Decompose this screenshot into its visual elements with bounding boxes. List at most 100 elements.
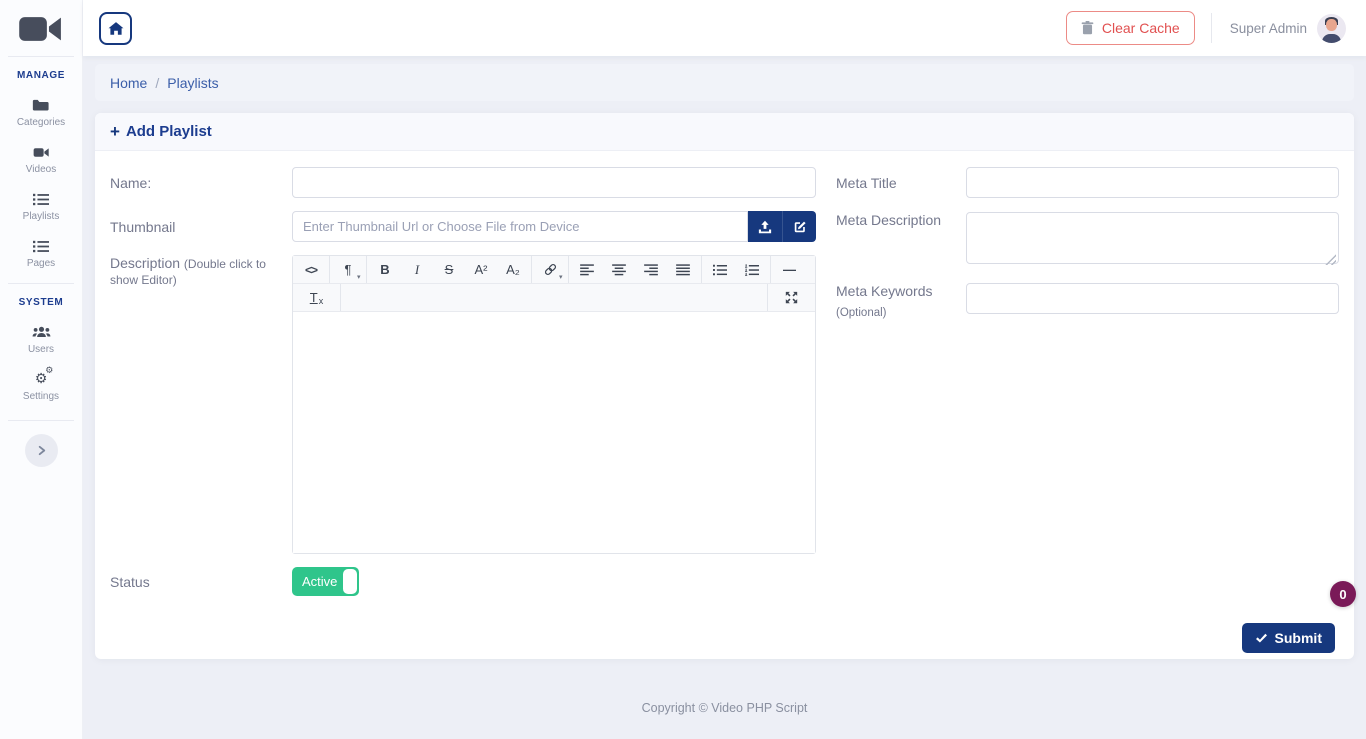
- user-name: Super Admin: [1229, 20, 1307, 36]
- sidebar-section-manage: MANAGE: [16, 70, 66, 81]
- unordered-list-button[interactable]: [707, 256, 734, 283]
- meta-title-input[interactable]: [966, 167, 1339, 198]
- thumbnail-input-group: [292, 211, 816, 242]
- ordered-list-button[interactable]: [739, 256, 766, 283]
- upload-icon: [758, 220, 772, 234]
- folder-icon: [32, 97, 50, 113]
- description-editor-content[interactable]: [293, 312, 815, 553]
- notification-badge[interactable]: 0: [1330, 581, 1356, 607]
- description-label: Description (Double click to show Editor…: [110, 255, 266, 287]
- add-playlist-card: + Add Playlist Name: Thumbnail Enter Thu…: [95, 113, 1354, 659]
- sidebar-item-videos[interactable]: Videos: [26, 144, 56, 175]
- unordered-list-icon: [713, 264, 727, 276]
- sidebar-item-settings[interactable]: ⚙ ⚙ Settings: [22, 367, 60, 403]
- sidebar-divider: [8, 420, 74, 421]
- list-icon: [32, 238, 49, 254]
- horizontal-rule-button[interactable]: —: [776, 256, 803, 283]
- home-icon: [108, 21, 124, 36]
- sidebar-item-label: Videos: [25, 164, 57, 175]
- breadcrumb-home-link[interactable]: Home: [110, 75, 147, 91]
- app-logo[interactable]: [18, 8, 64, 50]
- name-label: Name:: [110, 174, 152, 191]
- video-camera-icon: [33, 144, 50, 160]
- submit-button[interactable]: Submit: [1241, 623, 1335, 653]
- name-input[interactable]: [292, 167, 816, 198]
- align-left-icon: [580, 263, 594, 276]
- meta-keywords-row: Meta Keywords (Optional): [836, 283, 1339, 319]
- thumbnail-label: Thumbnail: [110, 218, 176, 235]
- subscript-button[interactable]: A₂: [500, 256, 527, 283]
- sidebar: MANAGE Categories Videos Playlists Pages: [0, 0, 83, 739]
- users-icon: [32, 324, 51, 340]
- clear-cache-button[interactable]: Clear Cache: [1065, 11, 1195, 45]
- sidebar-section-system: SYSTEM: [18, 297, 64, 308]
- topbar-right: Clear Cache Super Admin: [1065, 11, 1346, 45]
- meta-description-row: Meta Description: [836, 212, 1339, 269]
- link-button[interactable]: ▾: [537, 256, 564, 283]
- list-icon: [33, 191, 49, 207]
- toggle-knob: [343, 569, 357, 594]
- formatting-button[interactable]: ¶ ▾: [335, 256, 362, 283]
- breadcrumb-current: Playlists: [167, 74, 219, 91]
- editor-toolbar-row-2: Tx: [293, 284, 815, 312]
- caret-down-icon: ▾: [356, 274, 361, 281]
- status-row: Status Active: [110, 567, 816, 596]
- sidebar-collapse-button[interactable]: [24, 434, 58, 467]
- fullscreen-button[interactable]: [773, 284, 811, 311]
- editor-toolbar-row-1: <> ¶ ▾ B I S A² A₂ ▾ —: [293, 256, 815, 284]
- align-left-button[interactable]: [574, 256, 601, 283]
- thumbnail-row: Thumbnail: [110, 211, 816, 242]
- sidebar-item-playlists[interactable]: Playlists: [23, 191, 59, 222]
- upload-thumbnail-button[interactable]: [748, 211, 782, 242]
- breadcrumb-separator: /: [155, 74, 160, 91]
- form-right-column: Meta Title Meta Description Meta Keyword…: [836, 167, 1339, 609]
- italic-button[interactable]: I: [404, 256, 431, 283]
- meta-keywords-hint: (Optional): [836, 307, 887, 319]
- remove-format-button[interactable]: Tx: [298, 284, 336, 311]
- submit-row: Submit: [110, 609, 1339, 671]
- topbar: Clear Cache Super Admin: [83, 0, 1366, 56]
- align-center-icon: [612, 263, 626, 276]
- sidebar-item-users[interactable]: Users: [28, 324, 54, 355]
- align-center-button[interactable]: [606, 256, 633, 283]
- content: Home / Playlists + Add Playlist Name: Th…: [83, 56, 1366, 739]
- check-icon: [1255, 633, 1268, 644]
- plus-icon: +: [110, 121, 120, 141]
- sidebar-item-label: Settings: [22, 391, 60, 402]
- view-html-button[interactable]: <>: [298, 256, 325, 283]
- submit-label: Submit: [1274, 630, 1322, 646]
- card-header: + Add Playlist: [95, 113, 1354, 151]
- edit-icon: [793, 220, 807, 234]
- caret-down-icon: ▾: [558, 274, 563, 281]
- clear-cache-label: Clear Cache: [1101, 20, 1180, 36]
- bold-button[interactable]: B: [372, 256, 399, 283]
- meta-description-label: Meta Description: [836, 212, 942, 228]
- sidebar-item-categories[interactable]: Categories: [17, 97, 65, 128]
- strikethrough-button[interactable]: S: [436, 256, 463, 283]
- description-row: Description (Double click to show Editor…: [110, 255, 816, 554]
- form-left-column: Name: Thumbnail Enter Thumbnail Url or C…: [110, 167, 816, 609]
- name-row: Name:: [110, 167, 816, 198]
- justify-button[interactable]: [670, 256, 697, 283]
- meta-keywords-input[interactable]: [966, 283, 1339, 314]
- sidebar-item-label: Users: [27, 344, 55, 355]
- thumbnail-url-input[interactable]: [292, 211, 748, 242]
- meta-keywords-label: Meta Keywords (Optional): [836, 283, 966, 319]
- sidebar-item-pages[interactable]: Pages: [27, 238, 55, 269]
- add-playlist-form: Name: Thumbnail Enter Thumbnail Url or C…: [95, 151, 1354, 671]
- justify-icon: [676, 263, 690, 276]
- link-icon: [543, 262, 558, 277]
- edit-thumbnail-button[interactable]: [782, 211, 816, 242]
- status-toggle-label: Active: [302, 574, 338, 589]
- avatar[interactable]: [1317, 13, 1346, 43]
- avatar-face: [1326, 18, 1337, 31]
- video-camera-logo-icon: [18, 11, 64, 47]
- sidebar-item-label: Categories: [16, 117, 66, 128]
- meta-description-textarea[interactable]: [966, 212, 1339, 264]
- home-button[interactable]: [99, 11, 132, 45]
- align-right-button[interactable]: [638, 256, 665, 283]
- meta-title-row: Meta Title: [836, 167, 1339, 198]
- ordered-list-icon: [745, 263, 759, 276]
- status-toggle[interactable]: Active: [292, 567, 359, 596]
- superscript-button[interactable]: A²: [468, 256, 495, 283]
